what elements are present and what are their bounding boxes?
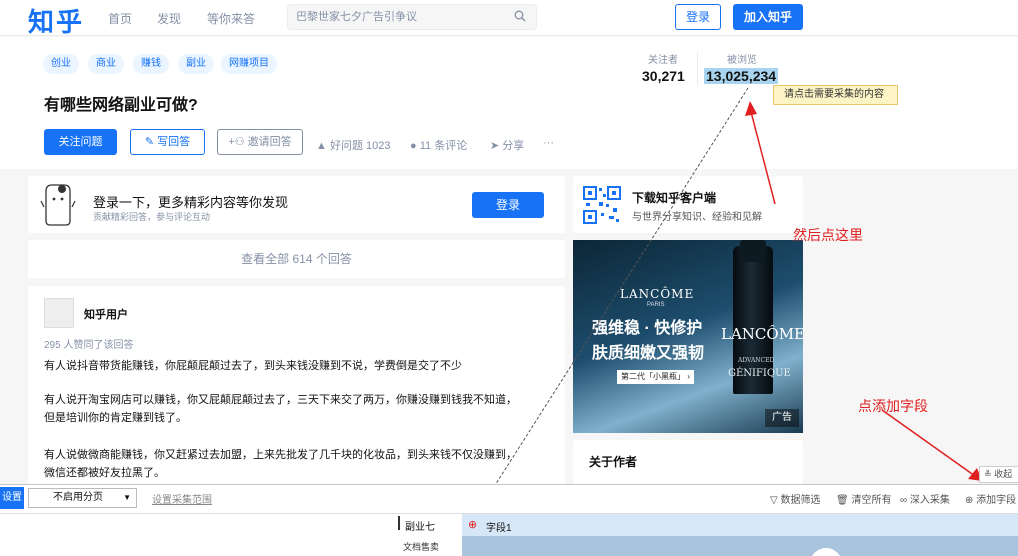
target-icon[interactable]: ⊕ <box>468 518 477 531</box>
preview-row-2: 文档售卖 <box>403 542 440 552</box>
arrow-head-views <box>745 101 757 116</box>
set-range-link[interactable]: 设置采集范围 <box>152 491 212 506</box>
deep-collect-button[interactable]: ∞ 深入采集 <box>900 491 950 506</box>
arrow-to-views <box>749 107 776 205</box>
settings-tab[interactable]: 设置 <box>0 487 24 509</box>
preview-left <box>0 514 460 556</box>
field-1-header[interactable]: 字段1 <box>486 519 512 534</box>
paging-select-value: 不启用分页 <box>53 492 103 503</box>
plus-circle-icon: ⊕ <box>965 495 974 506</box>
field-header-row <box>462 514 1018 536</box>
filter-button[interactable]: ▽ 数据筛选 <box>770 491 820 506</box>
caret-down-icon: ▼ <box>123 493 131 502</box>
clear-all-button[interactable]: 🗑 清空所有 <box>836 491 891 506</box>
annotation-overlay <box>477 87 982 513</box>
add-field-label: 添加字段 <box>976 495 1017 506</box>
filter-label: 数据筛选 <box>780 495 821 506</box>
dashed-guide-line <box>477 87 749 513</box>
add-field-button[interactable]: ⊕ 添加字段 <box>965 491 1016 506</box>
clear-all-label: 清空所有 <box>851 495 892 506</box>
paging-select[interactable]: 不启用分页 ▼ <box>28 488 137 508</box>
collapse-label: 收起 <box>994 469 1013 479</box>
chevron-down-icon: ≚ <box>984 469 992 479</box>
annotation-add-field: 点添加字段 <box>858 399 928 415</box>
arrow-to-add-field <box>881 409 976 477</box>
link-icon: ∞ <box>900 495 908 506</box>
collapse-button[interactable]: ≚ 收起 <box>979 466 1018 483</box>
row-marker <box>398 516 400 530</box>
trash-icon: 🗑 <box>836 495 849 506</box>
deep-collect-label: 深入采集 <box>909 495 950 506</box>
annotation-click-here: 然后点这里 <box>793 228 863 244</box>
field-data-row <box>462 536 1018 556</box>
preview-row-1: 副业七 <box>405 522 435 533</box>
filter-icon: ▽ <box>770 495 778 506</box>
